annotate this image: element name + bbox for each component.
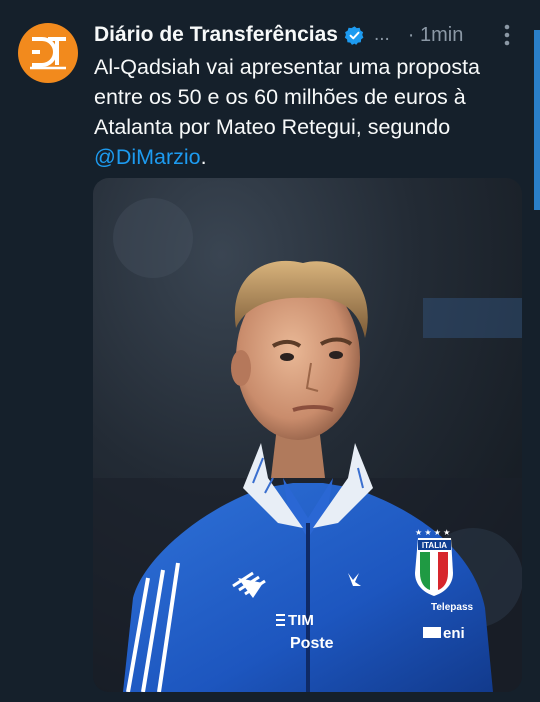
tweet-card[interactable]: Diário de Transferências ... · 1min Al-Q… xyxy=(0,0,540,702)
svg-text:★ ★ ★ ★: ★ ★ ★ ★ xyxy=(415,528,450,537)
sponsor-poste: Poste xyxy=(290,635,334,652)
mention-link[interactable]: @DiMarzio xyxy=(94,145,201,169)
tweet-body: Al-Qadsiah vai apresentar uma proposta e… xyxy=(94,55,481,139)
crest-label: ITALIA xyxy=(422,541,447,550)
verified-badge-icon xyxy=(344,25,365,46)
name-truncation-ellipsis: ... xyxy=(373,24,390,45)
sponsor-eni: eni xyxy=(443,625,465,642)
tweet-text: Al-Qadsiah vai apresentar uma proposta e… xyxy=(94,52,524,172)
more-vertical-icon[interactable] xyxy=(494,22,520,48)
tweet-body-end: . xyxy=(200,145,207,169)
tweet-header: Diário de Transferências ... · 1min xyxy=(94,20,520,50)
display-name[interactable]: Diário de Transferências xyxy=(94,23,338,47)
sponsor-tim: TIM xyxy=(288,612,314,629)
player-photo: ITALIA ★ ★ ★ ★ TIM Poste Telepass eni xyxy=(93,178,522,692)
dt-logo-icon xyxy=(30,37,66,70)
scroll-indicator xyxy=(534,30,540,210)
timestamp[interactable]: · 1min xyxy=(408,24,464,47)
avatar[interactable] xyxy=(18,23,78,83)
tweet-media-photo[interactable]: ITALIA ★ ★ ★ ★ TIM Poste Telepass eni xyxy=(93,178,522,692)
sponsor-telepass: Telepass xyxy=(431,602,473,613)
